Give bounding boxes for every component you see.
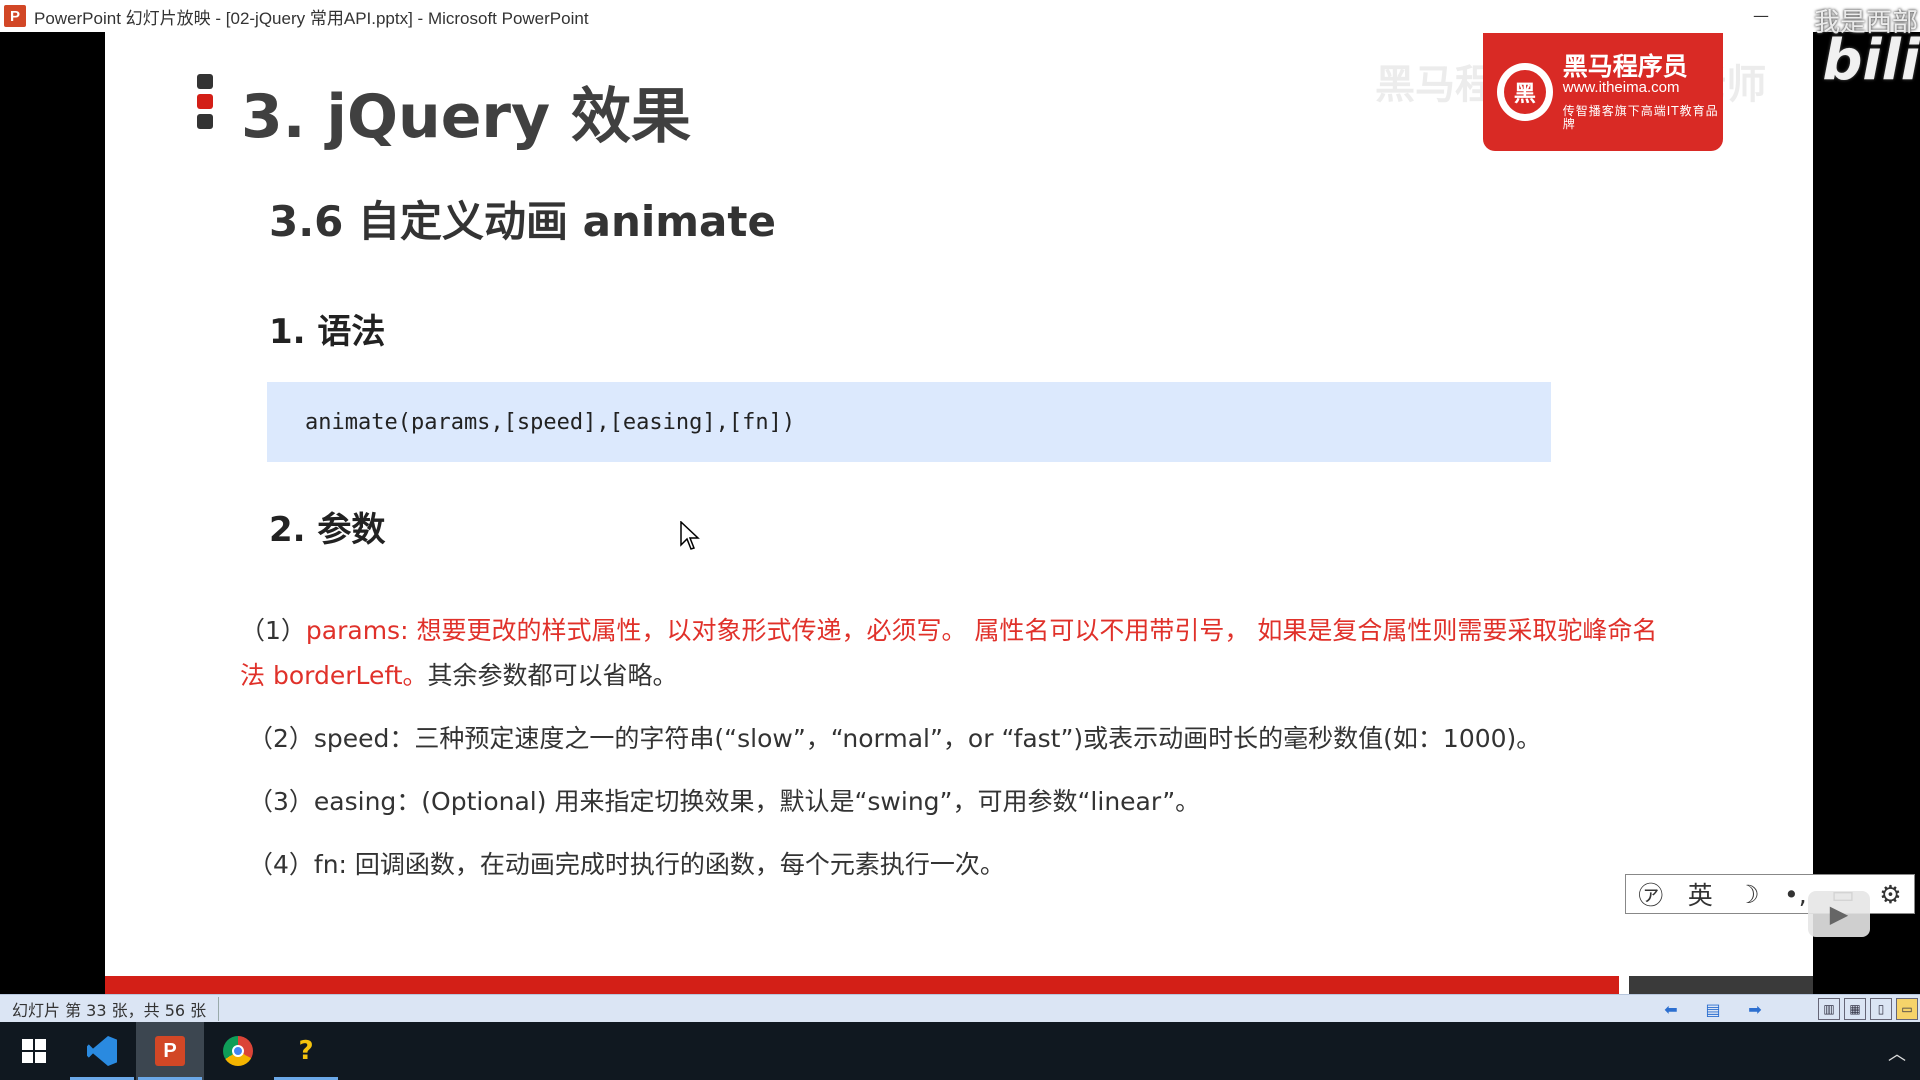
param-item-params: （1）params: 想要更改的样式属性，以对象形式传递，必须写。 属性名可以不… bbox=[240, 608, 1660, 698]
status-bar: 幻灯片 第 33 张，共 56 张 ⬅ ▤ ➡ ▥ ▦ ▯ ▭ bbox=[0, 994, 1920, 1022]
taskbar-help[interactable]: ? bbox=[272, 1022, 340, 1080]
gear-icon[interactable]: ⚙ bbox=[1879, 880, 1901, 909]
moon-icon[interactable]: ☽ bbox=[1737, 880, 1759, 909]
powerpoint-icon: P bbox=[155, 1036, 185, 1066]
start-button[interactable] bbox=[0, 1022, 68, 1080]
code-block: animate(params,[speed],[easing],[fn]) bbox=[267, 382, 1551, 462]
punctuation-icon[interactable]: •, bbox=[1784, 880, 1807, 909]
slide-title: 3. jQuery 效果 bbox=[241, 82, 691, 152]
chevron-up-icon[interactable]: ︿ bbox=[1888, 1040, 1906, 1066]
param-text: fn: 回调函数，在动画完成时执行的函数，每个元素执行一次。 bbox=[313, 850, 1005, 879]
code-text: animate(params,[speed],[easing],[fn]) bbox=[305, 409, 796, 435]
brand-name: 黑马程序员 bbox=[1562, 51, 1688, 81]
param-text: speed：三种预定速度之一的字符串(“slow”，“normal”，or “f… bbox=[313, 724, 1542, 753]
brand-logo-icon: 黑 bbox=[1497, 63, 1553, 121]
brand-logo: 黑 黑马程序员 www.itheima.com 传智播客旗下高端IT教育品牌 bbox=[1483, 33, 1723, 151]
param-item-easing: （3）easing：(Optional) 用来指定切换效果，默认是“swing”… bbox=[248, 779, 1668, 824]
param-prefix: （1） bbox=[240, 616, 306, 645]
title-bar: P PowerPoint 幻灯片放映 - [02-jQuery 常用API.pp… bbox=[0, 0, 1920, 38]
taskbar: P ? ︿ bbox=[0, 1022, 1920, 1080]
mouse-cursor-icon bbox=[680, 521, 700, 550]
ime-language-toggle[interactable]: 英 bbox=[1688, 876, 1713, 912]
bilibili-logo: bili bbox=[1822, 28, 1920, 93]
param-rest: 其余参数都可以省略。 bbox=[427, 661, 678, 690]
slide-subtitle: 3.6 自定义动画 animate bbox=[269, 197, 776, 246]
vscode-icon bbox=[87, 1036, 117, 1066]
brand-url: www.itheima.com bbox=[1562, 79, 1680, 97]
window-title: PowerPoint 幻灯片放映 - [02-jQuery 常用API.pptx… bbox=[34, 8, 589, 28]
slide-footer-red-bar bbox=[105, 976, 1619, 994]
normal-view-icon[interactable]: ▥ bbox=[1818, 998, 1840, 1020]
title-marker-icon bbox=[197, 74, 213, 134]
powerpoint-app-icon: P bbox=[4, 5, 26, 27]
section-heading-params: 2. 参数 bbox=[269, 510, 386, 550]
next-slide-icon[interactable]: ➡ bbox=[1744, 998, 1766, 1020]
param-item-fn: （4）fn: 回调函数，在动画完成时执行的函数，每个元素执行一次。 bbox=[248, 842, 1668, 887]
previous-slide-icon[interactable]: ⬅ bbox=[1660, 998, 1682, 1020]
ime-logo-icon[interactable]: ㋐ bbox=[1638, 876, 1663, 912]
slide-sorter-view-icon[interactable]: ▦ bbox=[1844, 998, 1866, 1020]
param-prefix: （4） bbox=[248, 850, 314, 879]
slide-footer-dark-bar bbox=[1629, 976, 1813, 994]
slide-canvas: 3. jQuery 效果 黑马程序员 pink老师 黑 黑马程序员 www.it… bbox=[105, 32, 1813, 994]
windows-logo-icon bbox=[22, 1039, 46, 1063]
brand-slogan: 传智播客旗下高端IT教育品牌 bbox=[1562, 103, 1719, 131]
param-item-speed: （2）speed：三种预定速度之一的字符串(“slow”，“normal”，or… bbox=[248, 716, 1668, 761]
minimize-button[interactable]: — bbox=[1752, 6, 1770, 25]
taskbar-vscode[interactable] bbox=[68, 1022, 136, 1080]
param-text: easing：(Optional) 用来指定切换效果，默认是“swing”，可用… bbox=[313, 787, 1201, 816]
param-prefix: （2） bbox=[248, 724, 314, 753]
chrome-icon bbox=[223, 1036, 253, 1066]
section-heading-syntax: 1. 语法 bbox=[269, 312, 386, 352]
slide-count-status: 幻灯片 第 33 张，共 56 张 bbox=[12, 996, 220, 1021]
ime-toolbar[interactable]: ㋐ 英 ☽ •, ▭ ⚙ bbox=[1625, 874, 1915, 914]
reading-view-icon[interactable]: ▯ bbox=[1870, 998, 1892, 1020]
slideshow-view-icon[interactable]: ▭ bbox=[1896, 998, 1918, 1020]
help-icon: ? bbox=[298, 1036, 314, 1066]
param-prefix: （3） bbox=[248, 787, 314, 816]
taskbar-powerpoint[interactable]: P bbox=[136, 1022, 204, 1080]
slide-menu-icon[interactable]: ▤ bbox=[1702, 998, 1724, 1020]
taskbar-chrome[interactable] bbox=[204, 1022, 272, 1080]
play-icon[interactable]: ▶ bbox=[1808, 891, 1870, 937]
